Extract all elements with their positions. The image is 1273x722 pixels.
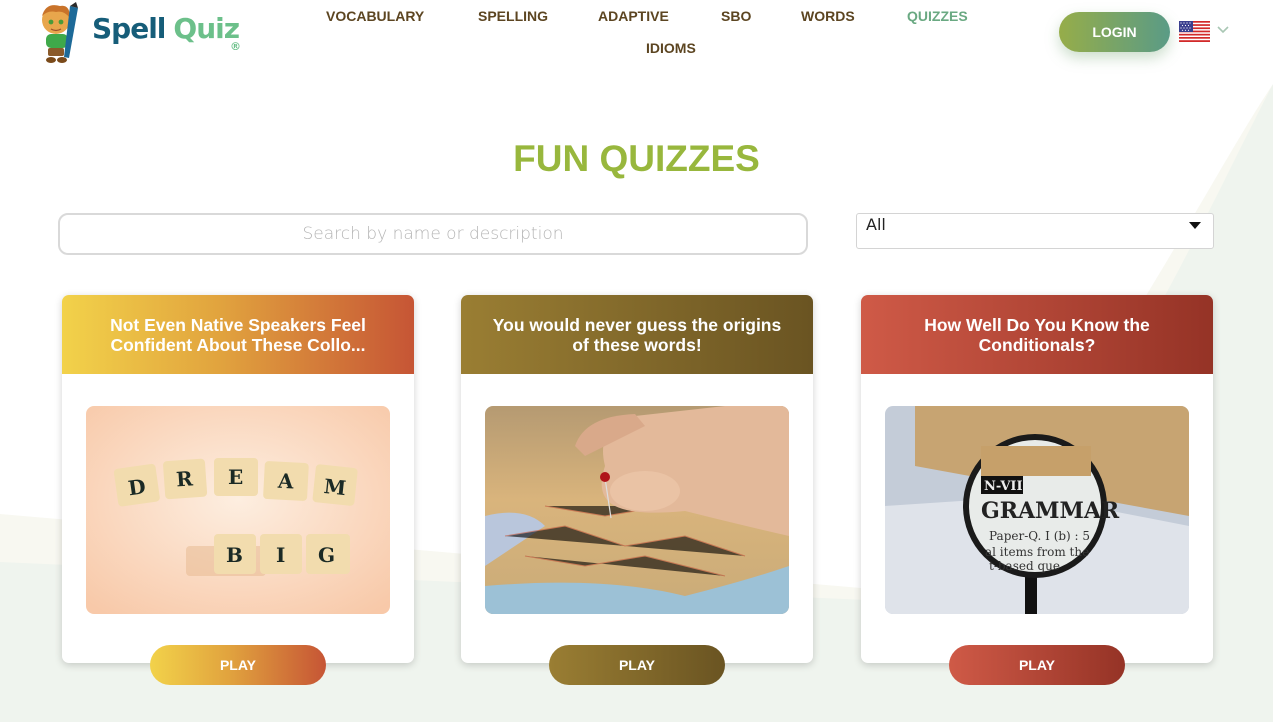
nav-quizzes[interactable]: QUIZZES	[907, 8, 968, 24]
nav-spelling[interactable]: SPELLING	[478, 8, 548, 24]
quiz-card: How Well Do You Know the Conditionals? N…	[861, 295, 1213, 663]
svg-text:A: A	[276, 469, 294, 494]
us-flag-icon[interactable]	[1179, 21, 1210, 42]
filter-selected-value: All	[866, 215, 886, 234]
login-button[interactable]: LOGIN	[1059, 12, 1170, 52]
category-filter-select[interactable]: All	[856, 213, 1214, 249]
quiz-card-title[interactable]: Not Even Native Speakers Feel Confident …	[86, 315, 390, 355]
play-button[interactable]: PLAY	[949, 645, 1125, 685]
nav-sbo[interactable]: SBO	[721, 8, 751, 24]
registered-mark: ®	[230, 40, 241, 53]
quiz-card-image[interactable]	[485, 406, 789, 614]
svg-text:Paper-Q. I (b) : 5: Paper-Q. I (b) : 5	[989, 529, 1090, 543]
site-header: Spell Quiz ® VOCABULARY SPELLING ADAPTIVE…	[0, 0, 1273, 84]
nav-vocabulary[interactable]: VOCABULARY	[326, 8, 424, 24]
play-button[interactable]: PLAY	[150, 645, 326, 685]
quiz-card-header: You would never guess the origins of the…	[461, 295, 813, 374]
nav-idioms[interactable]: IDIOMS	[646, 40, 696, 56]
quiz-card-header: How Well Do You Know the Conditionals?	[861, 295, 1213, 374]
quiz-card-image[interactable]: N-VII GRAMMAR Paper-Q. I (b) : 5 al item…	[885, 406, 1189, 614]
nav-words[interactable]: WORDS	[801, 8, 855, 24]
logo-word-spell: Spell	[92, 12, 166, 45]
svg-text:M: M	[323, 474, 348, 500]
map-pin-image	[485, 406, 789, 614]
dream-big-tiles-image: D R E A M B I G	[86, 406, 390, 614]
logo-wordmark: Spell Quiz	[92, 12, 240, 45]
caret-down-icon	[1189, 222, 1201, 229]
quiz-card: Not Even Native Speakers Feel Confident …	[62, 295, 414, 663]
svg-text:GRAMMAR: GRAMMAR	[981, 498, 1120, 524]
chevron-down-icon[interactable]	[1216, 22, 1230, 36]
quiz-card: You would never guess the origins of the…	[461, 295, 813, 663]
page-title: FUN QUIZZES	[513, 138, 760, 179]
svg-text:N-VII: N-VII	[984, 479, 1023, 494]
quiz-card-image[interactable]: D R E A M B I G	[86, 406, 390, 614]
svg-text:t-based que: t-based que	[989, 559, 1060, 573]
quiz-card-title[interactable]: You would never guess the origins of the…	[485, 315, 789, 355]
svg-text:I: I	[276, 543, 285, 567]
quiz-card-title[interactable]: How Well Do You Know the Conditionals?	[885, 315, 1189, 355]
spell-quiz-logo[interactable]: Spell Quiz ®	[36, 2, 246, 64]
svg-text:G: G	[318, 543, 335, 567]
play-button[interactable]: PLAY	[549, 645, 725, 685]
svg-text:E: E	[228, 465, 243, 489]
svg-text:al items from the: al items from the	[985, 545, 1089, 559]
boy-mascot-icon	[42, 2, 78, 63]
nav-adaptive[interactable]: ADAPTIVE	[598, 8, 669, 24]
quiz-card-header: Not Even Native Speakers Feel Confident …	[62, 295, 414, 374]
svg-text:D: D	[127, 474, 148, 500]
grammar-magnifier-image: N-VII GRAMMAR Paper-Q. I (b) : 5 al item…	[885, 406, 1189, 614]
svg-text:B: B	[226, 543, 243, 567]
svg-text:R: R	[175, 466, 194, 491]
search-input[interactable]	[58, 213, 808, 255]
